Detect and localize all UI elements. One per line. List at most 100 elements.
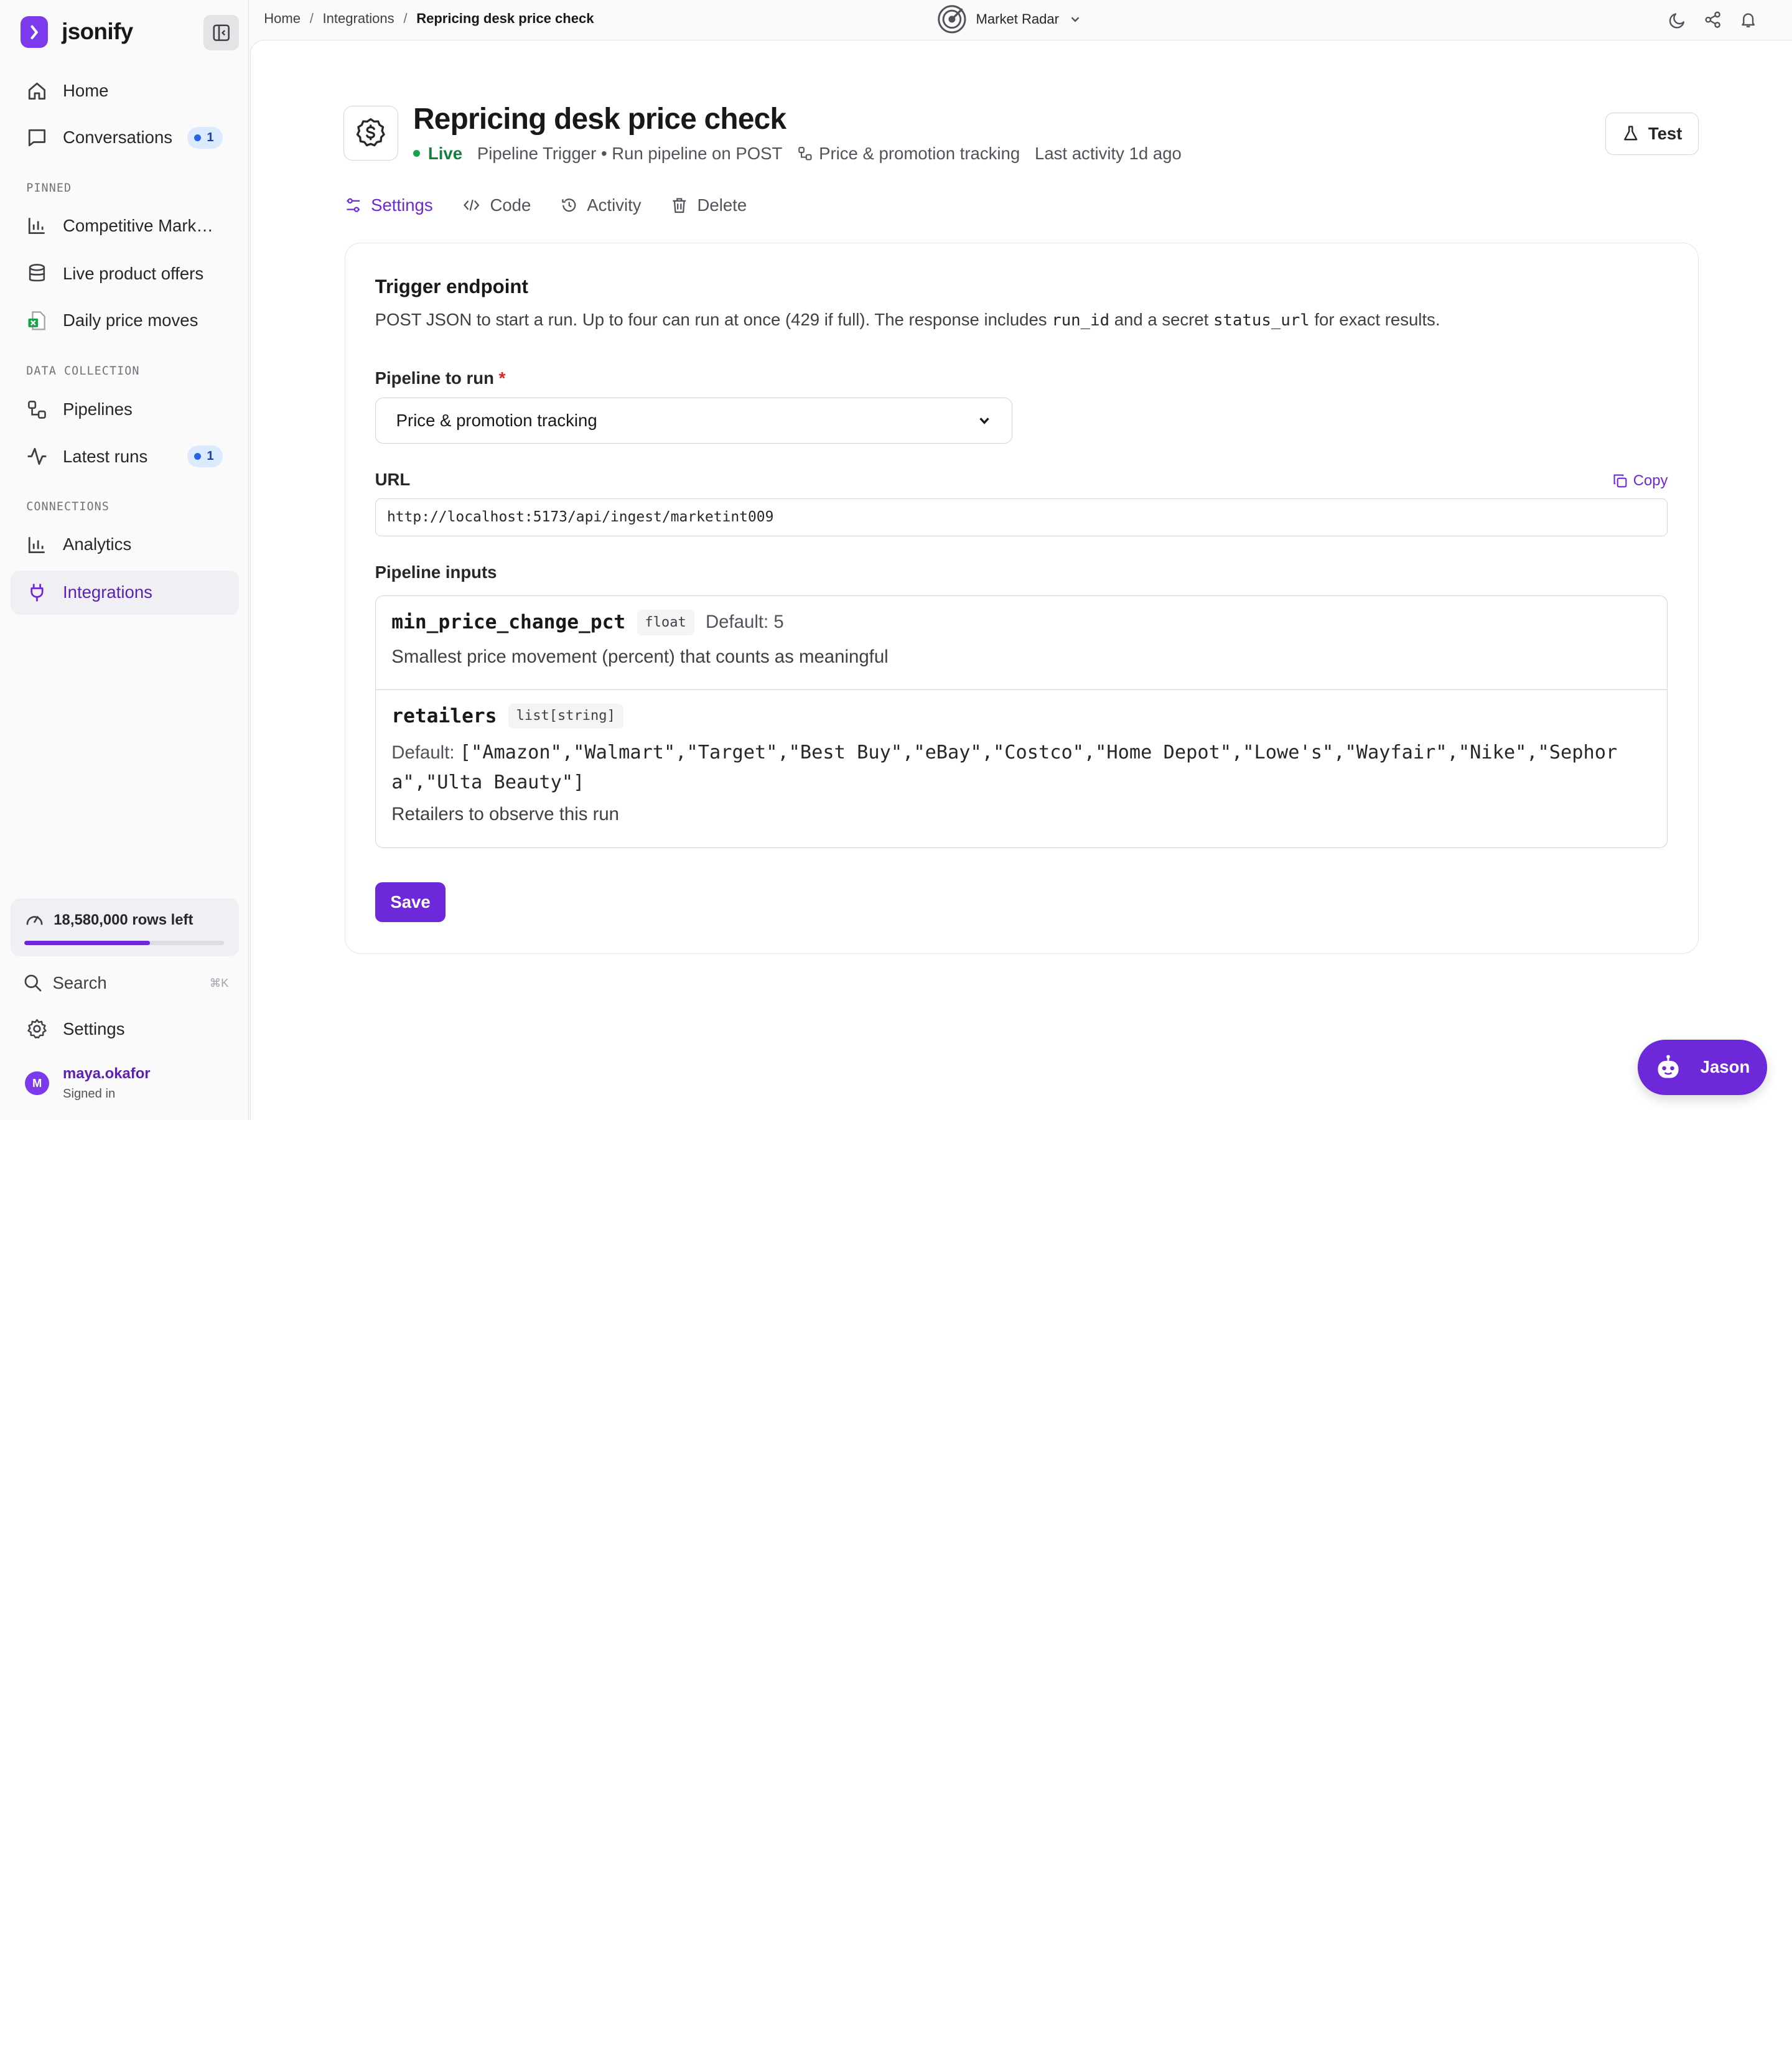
input-description: Retailers to observe this run xyxy=(391,804,620,825)
app-root: jsonify Home Conversations 1 PINNED Comp… xyxy=(0,0,1792,1120)
sidebar-item-daily-price-moves[interactable]: Daily price moves xyxy=(11,298,239,343)
sidebar-item-settings[interactable]: Settings xyxy=(11,1007,239,1052)
flask-icon xyxy=(1623,126,1638,141)
dollar-badge-icon xyxy=(357,118,386,147)
input-type-chip: float xyxy=(637,610,694,635)
sidebar-item-analytics[interactable]: Analytics xyxy=(11,522,239,567)
sidebar-item-competitive-market-intel[interactable]: Competitive Market Intel xyxy=(11,203,239,248)
trigger-description: Pipeline Trigger • Run pipeline on POST xyxy=(477,143,783,163)
status-badge: Live xyxy=(413,144,462,164)
workspace-name: Market Radar xyxy=(976,11,1059,27)
sidebar-item-label: Pipelines xyxy=(62,399,133,419)
input-name: min_price_change_pct xyxy=(391,611,626,634)
last-activity: Last activity 1d ago xyxy=(1035,143,1182,163)
usage-bar xyxy=(24,940,224,945)
brand[interactable]: jsonify xyxy=(21,16,133,49)
tab-code[interactable]: Code xyxy=(462,194,531,217)
user-status: Signed in xyxy=(63,1087,116,1101)
history-icon xyxy=(562,198,576,212)
card-description: POST JSON to start a run. Up to four can… xyxy=(375,309,1440,330)
bar-chart-icon xyxy=(29,536,45,553)
activity-pulse-icon xyxy=(27,448,47,465)
sliders-icon xyxy=(347,198,360,212)
trigger-endpoint-card: Trigger endpoint POST JSON to start a ru… xyxy=(344,243,1699,954)
moon-icon[interactable] xyxy=(1669,11,1687,29)
unread-badge: 1 xyxy=(187,126,223,149)
sidebar-item-label: Integrations xyxy=(62,582,152,602)
workspace-switcher[interactable]: Market Radar xyxy=(937,4,1082,34)
sidebar-item-conversations[interactable]: Conversations 1 xyxy=(11,116,239,161)
collapse-sidebar-button[interactable] xyxy=(203,14,239,50)
sidebar-item-pipelines[interactable]: Pipelines xyxy=(11,388,239,432)
bell-icon[interactable] xyxy=(1739,11,1757,29)
sidebar-item-label: Live product offers xyxy=(62,263,204,283)
input-default: Default: 5 xyxy=(705,612,784,633)
list-item: min_price_change_pct float Default: 5 Sm… xyxy=(375,596,1667,690)
breadcrumb: Home / Integrations / Repricing desk pri… xyxy=(264,10,594,27)
pipeline-inputs-label: Pipeline inputs xyxy=(375,562,497,582)
sidebar-item-label: Conversations xyxy=(62,128,173,147)
sidebar-item-label: Latest runs xyxy=(62,446,148,466)
pipeline-icon xyxy=(798,146,812,161)
plug-icon xyxy=(30,584,44,602)
url-label: URL xyxy=(375,470,411,490)
brand-logo-icon xyxy=(21,16,49,49)
tab-settings[interactable]: Settings xyxy=(345,194,433,217)
radar-icon xyxy=(938,5,966,34)
linked-pipeline[interactable]: Price & promotion tracking xyxy=(797,144,1020,164)
main-content: Repricing desk price check Live Pipeline… xyxy=(250,40,1792,1120)
tab-activity[interactable]: Activity xyxy=(561,194,642,217)
input-type-chip: list[string] xyxy=(508,703,623,729)
tab-bar: Settings Code Activity Delete xyxy=(345,194,747,217)
sidebar-item-label: Daily price moves xyxy=(62,310,198,330)
sidebar-item-label: Settings xyxy=(62,1019,125,1038)
gear-icon xyxy=(27,1019,47,1039)
save-button[interactable]: Save xyxy=(375,882,446,923)
share-icon[interactable] xyxy=(1704,11,1722,29)
breadcrumb-integrations[interactable]: Integrations xyxy=(323,11,394,27)
sidebar-item-label: Home xyxy=(62,81,109,100)
chevron-down-icon xyxy=(1071,17,1080,22)
pipeline-select[interactable]: Price & promotion tracking xyxy=(375,398,1013,444)
code-icon xyxy=(464,199,480,211)
sidebar-item-live-product-offers[interactable]: Live product offers xyxy=(11,251,239,296)
tab-delete[interactable]: Delete xyxy=(671,194,747,217)
brand-name: jsonify xyxy=(62,19,133,45)
chevron-down-icon xyxy=(979,417,990,424)
user-profile[interactable]: M maya.okafor Signed in xyxy=(25,1065,151,1101)
list-item: retailers list[string] Default: ["Amazon… xyxy=(376,690,1667,847)
trash-icon xyxy=(673,198,686,213)
breadcrumb-current: Repricing desk price check xyxy=(416,10,594,26)
user-name: maya.okafor xyxy=(63,1065,151,1082)
search-button[interactable]: Search ⌘K xyxy=(23,970,228,995)
avatar: M xyxy=(25,1071,49,1096)
usage-bar-fill xyxy=(24,940,151,945)
runs-badge: 1 xyxy=(187,445,223,468)
test-button[interactable]: Test xyxy=(1605,112,1699,155)
sidebar-item-home[interactable]: Home xyxy=(11,68,239,113)
search-icon xyxy=(24,974,42,992)
sidebar-item-integrations[interactable]: Integrations xyxy=(10,570,239,615)
section-label-connections: CONNECTIONS xyxy=(26,500,110,514)
topbar-actions xyxy=(1669,11,1758,29)
card-title: Trigger endpoint xyxy=(375,275,528,297)
pipeline-icon xyxy=(28,401,47,419)
breadcrumb-home[interactable]: Home xyxy=(264,11,301,27)
robot-icon xyxy=(1658,1055,1679,1078)
copy-url-button[interactable]: Copy xyxy=(1613,472,1668,490)
home-icon xyxy=(29,82,46,100)
gauge-icon xyxy=(26,916,42,925)
sidebar-item-latest-runs[interactable]: Latest runs 1 xyxy=(11,434,239,479)
search-label: Search xyxy=(52,973,107,992)
sidebar-item-label: Competitive Market Intel xyxy=(62,215,216,235)
assistant-chat-button[interactable]: Jason xyxy=(1637,1040,1767,1095)
usage-meter: 18,580,000 rows left xyxy=(10,898,239,957)
assistant-name: Jason xyxy=(1700,1057,1750,1077)
sidebar-item-label: Analytics xyxy=(62,534,132,554)
copy-icon xyxy=(1613,474,1627,488)
input-description: Smallest price movement (percent) that c… xyxy=(391,646,889,667)
page-title: Repricing desk price check xyxy=(413,103,786,136)
section-label-data-collection: DATA COLLECTION xyxy=(26,364,140,378)
url-field[interactable]: http://localhost:5173/api/ingest/marketi… xyxy=(375,498,1668,536)
integration-meta: Live Pipeline Trigger • Run pipeline on … xyxy=(413,144,1182,164)
